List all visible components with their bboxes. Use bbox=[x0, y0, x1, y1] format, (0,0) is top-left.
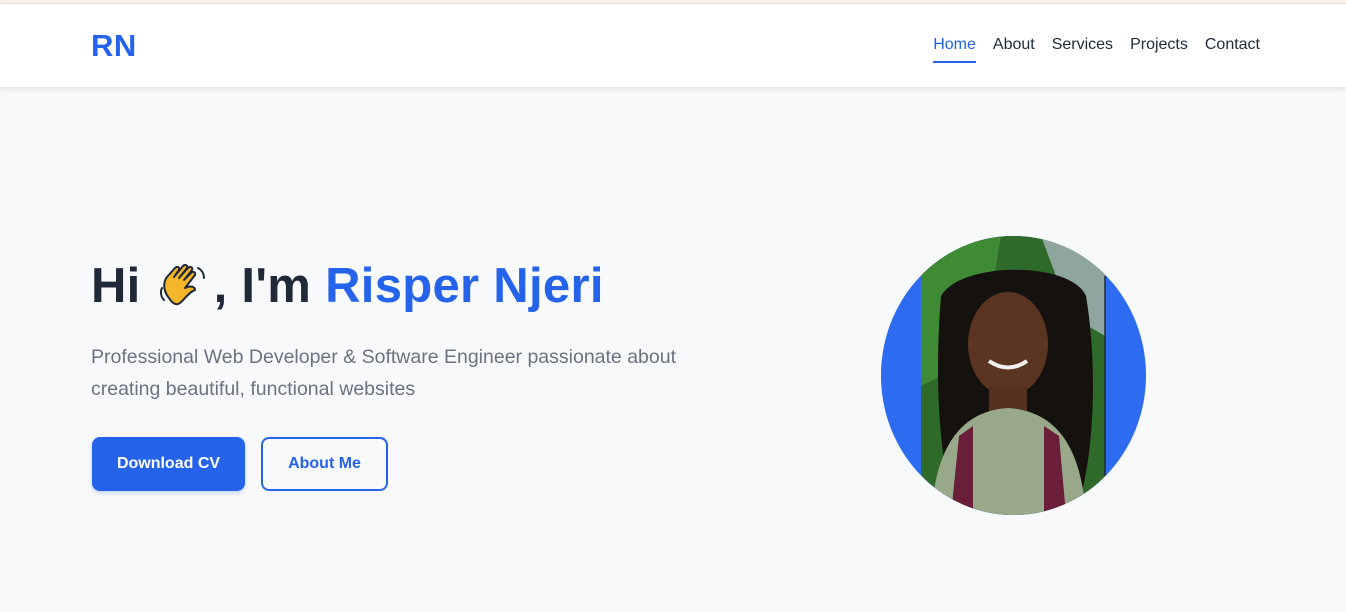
nav-services[interactable]: Services bbox=[1052, 35, 1113, 63]
nav-contact[interactable]: Contact bbox=[1205, 35, 1260, 63]
hero-subtitle: Professional Web Developer & Software En… bbox=[91, 346, 676, 400]
hero-greeting: Hi bbox=[91, 259, 141, 313]
main-nav: Home About Services Projects Contact bbox=[933, 35, 1260, 63]
nav-projects[interactable]: Projects bbox=[1130, 35, 1188, 63]
waving-hand-icon bbox=[155, 258, 211, 314]
hero-title: Hi , I'm Risper Njeri bbox=[91, 258, 604, 314]
site-header: RN Home About Services Projects Contact bbox=[0, 4, 1346, 87]
nav-about[interactable]: About bbox=[993, 35, 1035, 63]
nav-home[interactable]: Home bbox=[933, 35, 976, 63]
download-cv-button[interactable]: Download CV bbox=[92, 437, 245, 491]
hero-name: Risper Njeri bbox=[325, 259, 604, 313]
profile-photo bbox=[881, 236, 1146, 515]
about-me-button[interactable]: About Me bbox=[261, 437, 388, 491]
hero-intro: , I'm bbox=[213, 259, 312, 313]
logo[interactable]: RN bbox=[91, 28, 137, 64]
